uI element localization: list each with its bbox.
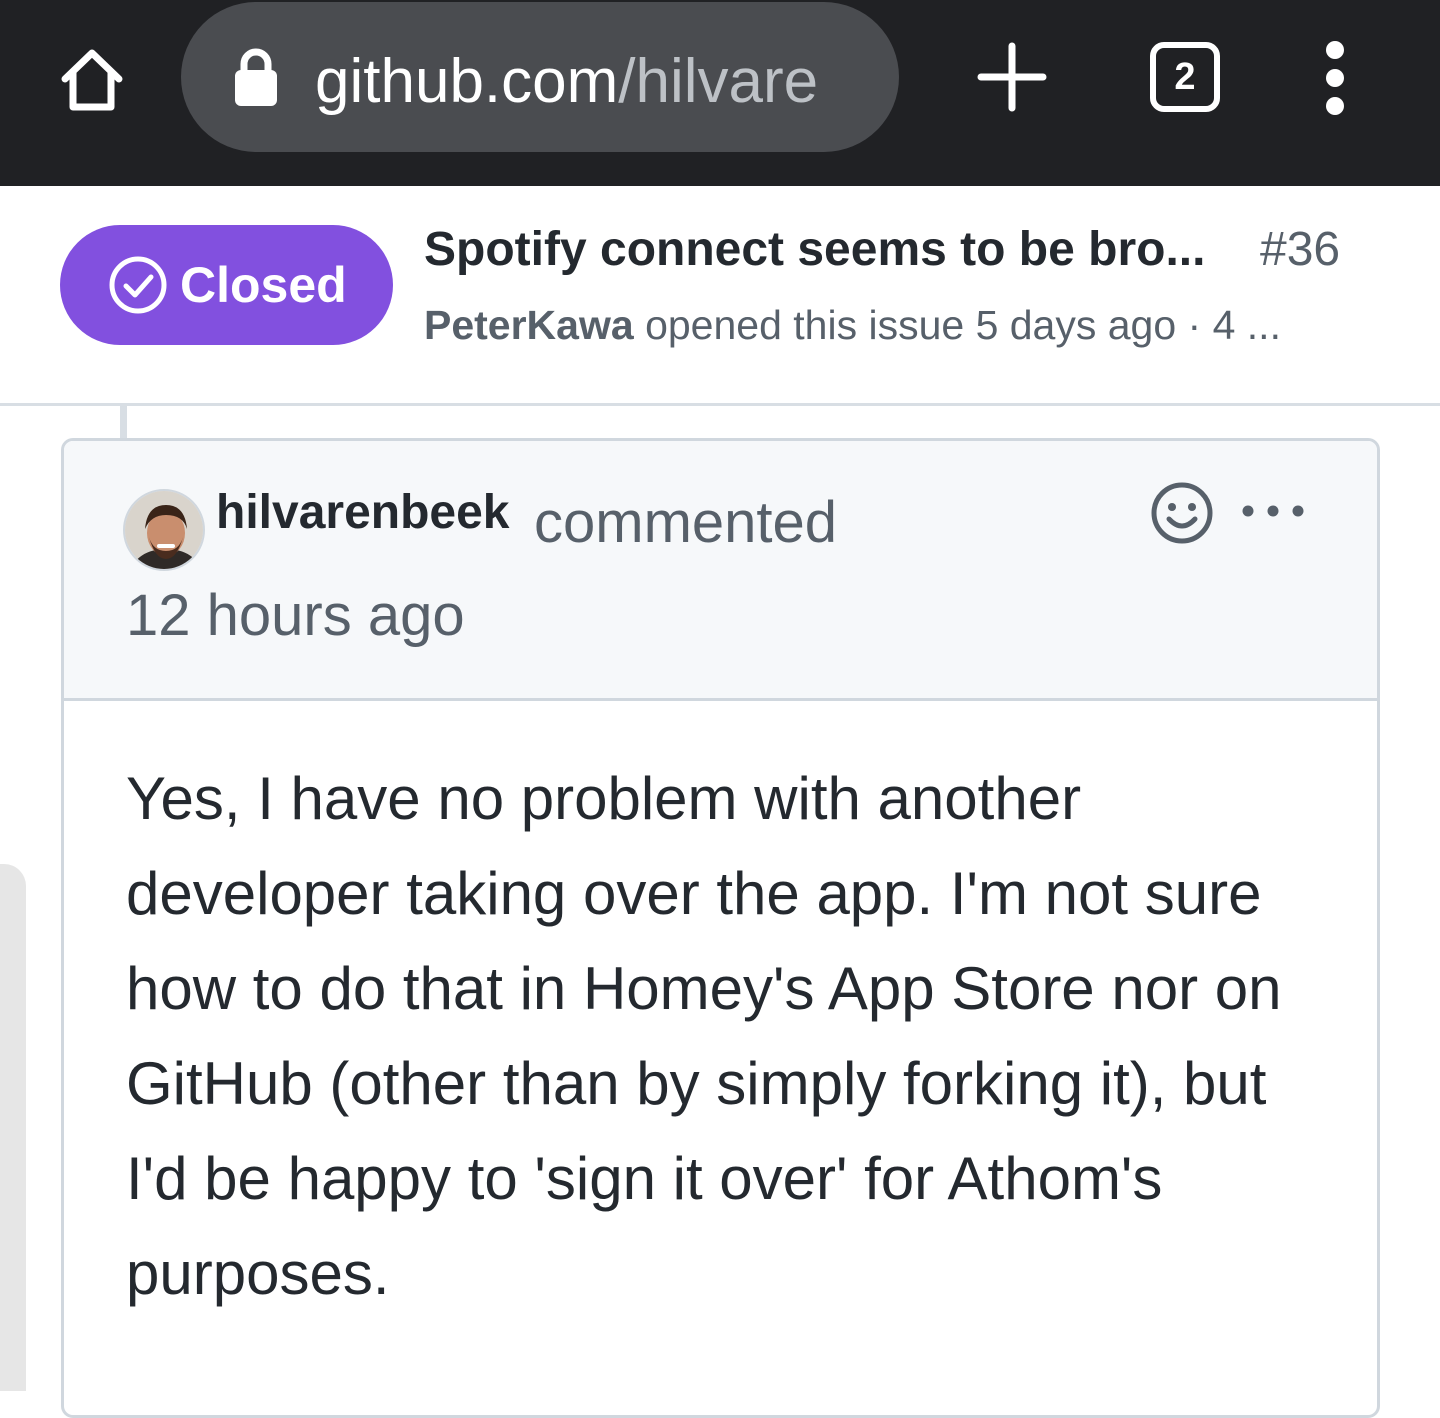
issue-number: #36: [1260, 223, 1341, 276]
home-icon: [61, 49, 123, 111]
home-button[interactable]: [50, 38, 134, 122]
comment-author-link[interactable]: hilvarenbeek: [216, 483, 509, 543]
add-reaction-button[interactable]: [1150, 481, 1214, 545]
avatar-image: [125, 491, 203, 569]
check-circle-icon: [109, 256, 167, 314]
plus-icon: [977, 42, 1047, 112]
kebab-menu-icon: [1326, 41, 1344, 115]
comment-timestamp[interactable]: 12 hours ago: [126, 581, 465, 651]
comment-header: hilvarenbeek commented 12 hours ago: [64, 441, 1377, 701]
url-text: github.com/hilvare: [315, 44, 818, 120]
issue-state-label: Closed: [180, 257, 347, 313]
comment-action: commented: [534, 490, 838, 555]
issue-author-link[interactable]: PeterKawa: [424, 302, 634, 348]
comment-options-button[interactable]: [1238, 496, 1308, 526]
scroll-indicator: [0, 864, 26, 1391]
new-tab-button[interactable]: [975, 40, 1049, 114]
url-domain: github.com: [315, 47, 619, 116]
smiley-icon: [1151, 482, 1213, 544]
comment-card: hilvarenbeek commented 12 hours ago Yes,…: [61, 438, 1380, 1418]
browser-menu-button[interactable]: [1300, 40, 1370, 116]
issue-header: Closed Spotify connect seems to be bro..…: [0, 186, 1440, 406]
more-horizontal-icon: [1242, 505, 1304, 517]
issue-meta: PeterKawa opened this issue 5 days ago ·…: [424, 298, 1281, 352]
issue-title[interactable]: Spotify connect seems to be bro...: [424, 220, 1205, 280]
tab-switcher-button[interactable]: 2: [1150, 42, 1220, 112]
issue-meta-text: opened this issue 5 days ago · 4 ...: [633, 302, 1281, 348]
comment-body: Yes, I have no problem with another deve…: [126, 765, 1282, 1307]
address-bar[interactable]: github.com/hilvare: [181, 2, 899, 152]
lock-icon: [235, 48, 277, 106]
browser-toolbar: github.com/hilvare 2: [0, 0, 1440, 186]
issue-state-badge: Closed: [60, 225, 393, 345]
timeline-connector: [120, 406, 127, 440]
avatar[interactable]: [123, 489, 205, 571]
url-path: /hilvare: [618, 47, 819, 116]
